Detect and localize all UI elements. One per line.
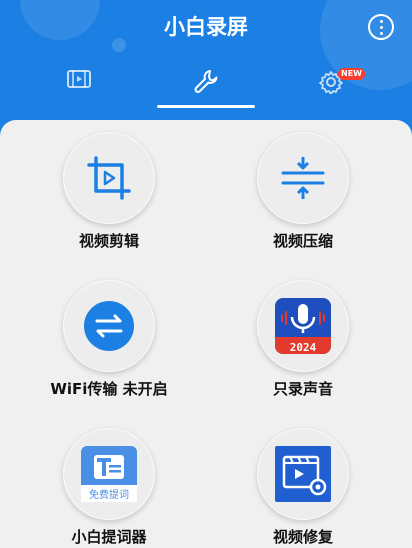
tab-settings[interactable]: NEW [300,66,365,96]
tool-icon-circle [63,132,155,224]
video-film-icon [67,70,91,88]
tool-label: WiFi传输 未开启 [50,380,168,398]
tool-icon-circle [257,428,349,520]
video-repair-icon [275,446,331,502]
tool-icon-circle [257,132,349,224]
tool-icon-circle [63,280,155,372]
microphone-icon: 2024 [275,298,331,354]
tool-video-edit[interactable]: 视频剪辑 [34,120,184,260]
tab-video[interactable] [48,66,108,96]
tool-label: 视频修复 [272,528,333,546]
tools-panel: 视频剪辑 视频压缩 WiFi传输 未开启 2024 只录声音 免费提词 小白提词… [0,120,412,548]
crop-play-icon [87,156,131,200]
teleprompter-icon: 免费提词 [81,446,137,502]
tool-teleprompter[interactable]: 免费提词 小白提词器 [34,416,184,548]
tool-audio-only[interactable]: 2024 只录声音 [228,268,378,408]
compress-icon [281,157,325,199]
tool-label: 视频压缩 [272,232,333,250]
tool-label: 小白提词器 [71,528,147,546]
wrench-icon [194,70,218,93]
tool-video-compress[interactable]: 视频压缩 [228,120,378,260]
tool-label: 视频剪辑 [78,232,139,250]
more-options-button[interactable] [368,14,394,40]
tool-icon-circle: 免费提词 [63,428,155,520]
tool-wifi-transfer[interactable]: WiFi传输 未开启 [34,268,184,408]
tab-indicator [157,105,255,108]
tool-video-repair[interactable]: 视频修复 [228,416,378,548]
tool-icon-circle: 2024 [257,280,349,372]
transfer-arrows-icon [84,301,134,351]
tab-tools[interactable] [174,66,234,96]
new-badge: NEW [338,68,365,80]
teleprompter-sub-label: 免费提词 [89,488,129,501]
year-label: 2024 [290,341,317,354]
app-title: 小白录屏 [164,15,248,39]
tool-label: 只录声音 [272,380,333,398]
